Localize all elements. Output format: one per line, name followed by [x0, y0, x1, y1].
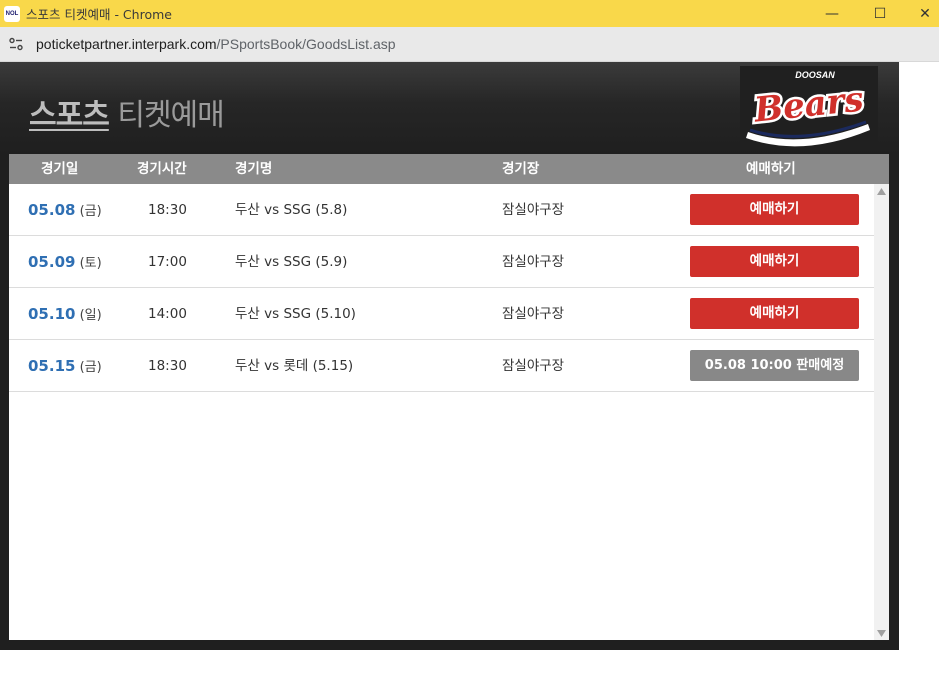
- table-row: 05.15 (금) 18:30 두산 vs 롯데 (5.15) 잠실야구장 05…: [9, 340, 874, 392]
- game-time: 18:30: [148, 202, 187, 218]
- window-title: 스포츠 티켓예매 - Chrome: [26, 7, 172, 22]
- game-date-value: 05.08: [28, 201, 76, 219]
- table-header: 경기일 경기시간 경기명 경기장 예매하기: [9, 154, 889, 184]
- book-button[interactable]: 예매하기: [690, 246, 859, 277]
- url-path: /PSportsBook/GoodsList.asp: [216, 36, 396, 52]
- table-scrollbar[interactable]: [874, 184, 889, 640]
- outside-area: [899, 62, 939, 673]
- game-match: 두산 vs SSG (5.8): [235, 202, 348, 218]
- game-date: 05.08 (금): [28, 184, 102, 236]
- game-venue: 잠실야구장: [502, 358, 565, 374]
- game-venue: 잠실야구장: [502, 254, 565, 270]
- game-time: 14:00: [148, 306, 187, 322]
- column-match-header: 경기명: [235, 161, 273, 177]
- game-date-value: 05.10: [28, 305, 76, 323]
- column-time-header: 경기시간: [137, 161, 187, 177]
- logo-main-text: Bears: [751, 79, 865, 130]
- game-venue: 잠실야구장: [502, 306, 565, 322]
- page-header: 스포츠 티켓예매 DOOSAN Bears: [0, 62, 899, 154]
- game-day-of-week: (토): [75, 256, 102, 271]
- book-button[interactable]: 예매하기: [690, 194, 859, 225]
- sale-scheduled-button[interactable]: 05.08 10:00 판매예정: [690, 350, 859, 381]
- game-match: 두산 vs SSG (5.10): [235, 306, 356, 322]
- page-content: 스포츠 티켓예매 DOOSAN Bears 경기일 경기시간 경기명 경기장 예…: [0, 62, 899, 650]
- game-day-of-week: (일): [75, 308, 102, 323]
- game-date: 05.10 (일): [28, 288, 102, 340]
- book-button[interactable]: 예매하기: [690, 298, 859, 329]
- close-button[interactable]: ✕: [902, 0, 939, 27]
- game-date: 05.09 (토): [28, 236, 102, 288]
- table-body: 05.08 (금) 18:30 두산 vs SSG (5.8) 잠실야구장 예매…: [9, 184, 874, 640]
- page-title-bold: 스포츠: [29, 98, 110, 133]
- column-booking-header: 예매하기: [746, 161, 796, 177]
- table-row: 05.08 (금) 18:30 두산 vs SSG (5.8) 잠실야구장 예매…: [9, 184, 874, 236]
- address-bar[interactable]: poticketpartner.interpark.com/PSportsBoo…: [0, 27, 939, 62]
- close-icon: ✕: [919, 5, 931, 22]
- scroll-up-button[interactable]: [874, 184, 889, 198]
- table-row: 05.09 (토) 17:00 두산 vs SSG (5.9) 잠실야구장 예매…: [9, 236, 874, 288]
- triangle-down-icon: [877, 629, 886, 637]
- game-match: 두산 vs 롯데 (5.15): [235, 358, 354, 374]
- url-text[interactable]: poticketpartner.interpark.com/PSportsBoo…: [36, 36, 396, 52]
- game-day-of-week: (금): [75, 360, 102, 375]
- game-date-value: 05.09: [28, 253, 76, 271]
- game-time: 17:00: [148, 254, 187, 270]
- maximize-button[interactable]: ☐: [857, 0, 903, 27]
- column-date-header: 경기일: [41, 161, 79, 177]
- maximize-icon: ☐: [873, 5, 887, 22]
- site-favicon-icon: NOL: [4, 5, 20, 22]
- game-date-value: 05.15: [28, 357, 76, 375]
- window-titlebar: NOL 스포츠 티켓예매 - Chrome — ☐ ✕: [0, 0, 939, 27]
- logo-top-text: DOOSAN: [795, 70, 835, 80]
- doosan-bears-logo: DOOSAN Bears: [740, 66, 878, 150]
- minimize-icon: —: [825, 5, 839, 22]
- games-table: 경기일 경기시간 경기명 경기장 예매하기 05.08 (금) 18:30 두산…: [9, 154, 889, 640]
- triangle-up-icon: [877, 187, 886, 195]
- outside-area-bottom: [0, 650, 939, 673]
- table-row: 05.10 (일) 14:00 두산 vs SSG (5.10) 잠실야구장 예…: [9, 288, 874, 340]
- game-date: 05.15 (금): [28, 340, 102, 392]
- game-match: 두산 vs SSG (5.9): [235, 254, 348, 270]
- game-day-of-week: (금): [75, 204, 102, 219]
- page-title: 스포츠 티켓예매: [29, 90, 225, 134]
- url-host: poticketpartner.interpark.com: [36, 36, 217, 52]
- game-venue: 잠실야구장: [502, 202, 565, 218]
- tune-icon: [9, 37, 23, 51]
- minimize-button[interactable]: —: [809, 0, 855, 27]
- column-venue-header: 경기장: [502, 161, 540, 177]
- scroll-down-button[interactable]: [874, 626, 889, 640]
- page-title-rest: 티켓예매: [108, 98, 224, 133]
- site-info-button[interactable]: [2, 30, 30, 58]
- game-time: 18:30: [148, 358, 187, 374]
